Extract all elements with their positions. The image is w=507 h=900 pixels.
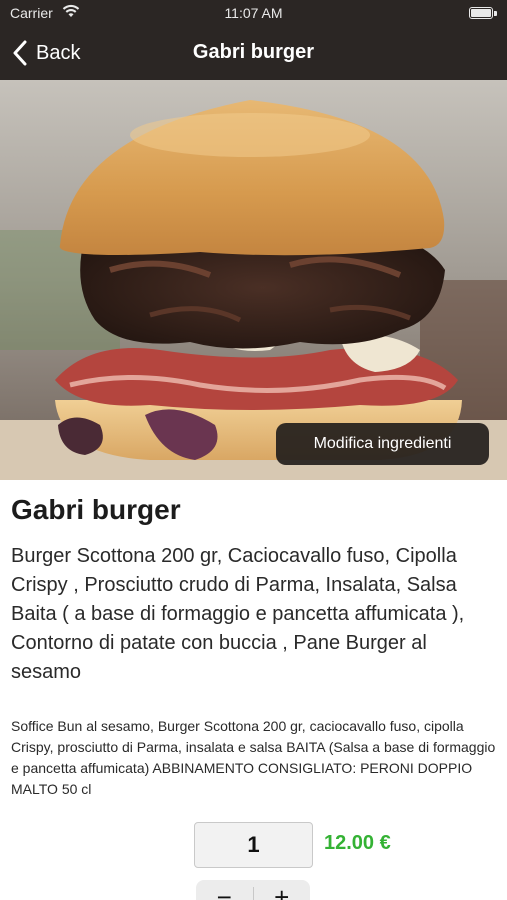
product-image	[0, 80, 507, 480]
navigation-bar: Back Gabri burger	[0, 26, 507, 80]
price-label: 12.00 €	[324, 832, 391, 854]
increment-button[interactable]: +	[254, 880, 311, 900]
status-bar: Carrier 11:07 AM	[0, 0, 507, 26]
status-time: 11:07 AM	[224, 5, 283, 21]
product-long-description: Soffice Bun al sesamo, Burger Scottona 2…	[11, 718, 496, 797]
battery-tip	[494, 11, 497, 16]
product-title: Gabri burger	[11, 494, 181, 525]
back-button[interactable]: Back	[12, 38, 80, 68]
chevron-left-icon	[13, 40, 27, 66]
decrement-button[interactable]: −	[196, 880, 253, 900]
quantity-field[interactable]: 1	[194, 822, 313, 868]
quantity-stepper[interactable]: − +	[196, 880, 310, 900]
back-label: Back	[36, 41, 81, 64]
product-short-description: Burger Scottona 200 gr, Caciocavallo fus…	[11, 545, 465, 683]
burger-illustration	[0, 80, 507, 480]
battery-icon	[469, 7, 493, 19]
modify-ingredients-button[interactable]: Modifica ingredienti	[276, 423, 489, 465]
